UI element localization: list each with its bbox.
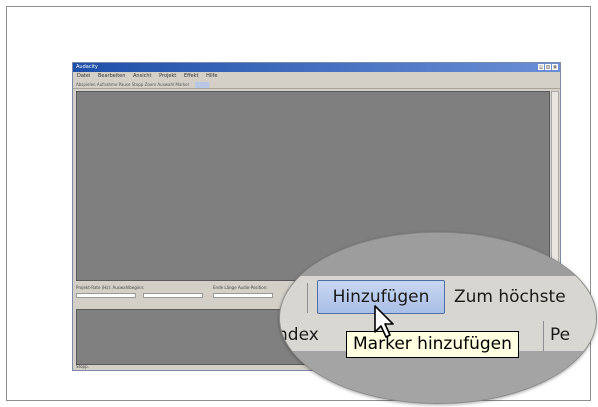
go-to-highest-button[interactable]: Zum höchste: [454, 287, 566, 307]
arrow-cursor-icon: [374, 305, 394, 338]
menu-item-ansicht[interactable]: Ansicht: [133, 73, 151, 79]
menu-item-bearbeiten[interactable]: Bearbeiten: [98, 73, 125, 79]
menu-bar: Datei Bearbeiten Ansicht Projekt Effekt …: [73, 72, 560, 80]
selection-end-field[interactable]: [213, 293, 273, 298]
close-button[interactable]: x: [552, 64, 558, 70]
toolbar-text[interactable]: Abspielen Aufnahme Pause Stopp Zoom Ausw…: [76, 82, 189, 87]
add-marker-tooltip: Marker hinzufügen: [346, 331, 519, 358]
selection-panel-right-label: Ende Länge Audio-Position:: [213, 285, 268, 290]
column-separator: [543, 321, 544, 351]
minimize-button[interactable]: _: [538, 64, 544, 70]
lens-canvas-region: [280, 233, 596, 277]
screenshot-frame: Audacity _ □ x Datei Bearbeiten Ansicht …: [6, 6, 597, 404]
column-header-index[interactable]: Index: [280, 325, 319, 345]
window-title-bar: Audacity _ □ x: [73, 63, 560, 72]
status-text: Stopp.: [76, 364, 89, 369]
window-title: Audacity: [76, 64, 98, 70]
toolbar: Abspielen Aufnahme Pause Stopp Zoom Ausw…: [73, 80, 560, 89]
menu-item-effekt[interactable]: Effekt: [184, 73, 199, 79]
toolbar-separator: [307, 283, 308, 313]
magnifier-lens: r: Hinzufügen Zum höchste Index Pe Marke…: [279, 232, 597, 404]
menu-item-projekt[interactable]: Projekt: [159, 73, 176, 79]
maximize-button[interactable]: □: [545, 64, 551, 70]
project-rate-field[interactable]: [76, 293, 136, 298]
lens-lower-region: [280, 351, 596, 403]
selection-panel-left-label: Projekt-Rate (Hz): Auswahlbeginn:: [76, 285, 145, 290]
selection-start-field[interactable]: [143, 293, 203, 298]
column-header-position[interactable]: Pe: [550, 325, 570, 345]
add-marker-toolbar-button[interactable]: [194, 82, 209, 88]
menu-item-datei[interactable]: Datei: [77, 73, 90, 79]
menu-item-hilfe[interactable]: Hilfe: [206, 73, 217, 79]
